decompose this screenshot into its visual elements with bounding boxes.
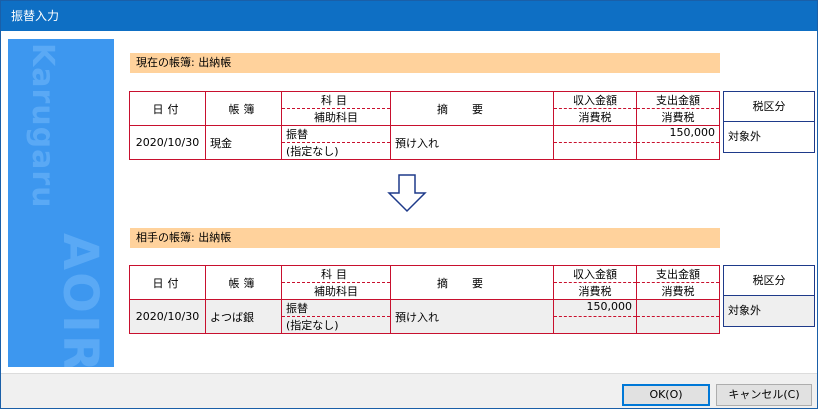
tax-class-header: 税区分: [724, 266, 814, 296]
row-expense-cell[interactable]: 150,000: [636, 125, 720, 160]
header-account-main: 科目: [282, 266, 390, 283]
current-entry-table: 日付 帳簿 科目 補助科目 摘要 収入金額 消費税 支出金額 消費税 2020/…: [129, 91, 720, 160]
row-income-tax[interactable]: [554, 143, 636, 159]
row-income: 150,000: [554, 300, 636, 317]
current-tax-class-box[interactable]: 税区分 対象外: [723, 91, 815, 153]
row-expense-tax[interactable]: [637, 143, 719, 159]
brand-sidebar: Karugaru AOIRO: [8, 39, 114, 367]
row-account[interactable]: 振替: [282, 126, 390, 143]
row-expense: [637, 300, 719, 317]
row-date: 2020/10/30: [129, 299, 206, 334]
header-date: 日付: [129, 265, 206, 300]
header-expense-amount: 支出金額: [637, 266, 719, 283]
header-date: 日付: [129, 91, 206, 126]
row-income-cell[interactable]: [553, 125, 637, 160]
header-income-tax: 消費税: [578, 285, 612, 298]
counter-book-label: 相手の帳簿: 出納帳: [130, 228, 720, 248]
row-summary: 預け入れ: [390, 299, 554, 334]
row-sub-account: (指定なし): [286, 319, 339, 332]
counter-tax-class-box: 税区分 対象外: [723, 265, 815, 327]
row-summary[interactable]: 預け入れ: [390, 125, 554, 160]
button-bar: OK(O) キャンセル(C): [1, 373, 817, 408]
brand-logo-bottom: AOIRO: [52, 233, 108, 367]
tax-class-header: 税区分: [724, 92, 814, 122]
header-expense: 支出金額 消費税: [636, 265, 720, 300]
table-header-row: 日付 帳簿 科目 補助科目 摘要 収入金額 消費税 支出金額 消費税: [129, 91, 720, 126]
row-income-tax: [554, 317, 636, 333]
table-header-row: 日付 帳簿 科目 補助科目 摘要 収入金額 消費税 支出金額 消費税: [129, 265, 720, 300]
header-income-tax: 消費税: [578, 111, 612, 124]
down-arrow-icon: [387, 174, 427, 213]
header-income-amount: 収入金額: [554, 92, 636, 109]
row-sub-account[interactable]: (指定なし): [282, 143, 390, 159]
header-income: 収入金額 消費税: [553, 91, 637, 126]
header-account: 科目 補助科目: [281, 265, 391, 300]
row-expense[interactable]: 150,000: [637, 126, 719, 143]
title-bar: 振替入力: [1, 1, 817, 31]
cancel-button[interactable]: キャンセル(C): [716, 384, 812, 406]
header-sub-account: 補助科目: [314, 285, 358, 298]
header-income: 収入金額 消費税: [553, 265, 637, 300]
row-account-cell[interactable]: 振替 (指定なし): [281, 125, 391, 160]
header-account: 科目 補助科目: [281, 91, 391, 126]
header-expense-tax: 消費税: [661, 285, 695, 298]
table-row[interactable]: 2020/10/30 現金 振替 (指定なし) 預け入れ 150,000: [129, 125, 720, 160]
current-book-label: 現在の帳簿: 出納帳: [130, 53, 720, 73]
table-row: 2020/10/30 よつば銀 振替 (指定なし) 預け入れ 150,000: [129, 299, 720, 334]
row-date[interactable]: 2020/10/30: [129, 125, 206, 160]
row-account: 振替: [282, 300, 390, 317]
header-sub-account: 補助科目: [314, 111, 358, 124]
brand-logo-top: Karugaru: [25, 43, 60, 209]
row-income[interactable]: [554, 126, 636, 143]
counter-entry-table: 日付 帳簿 科目 補助科目 摘要 収入金額 消費税 支出金額 消費税 2020/…: [129, 265, 720, 334]
header-summary: 摘要: [390, 91, 554, 126]
header-expense: 支出金額 消費税: [636, 91, 720, 126]
row-expense-tax: [637, 317, 719, 333]
header-expense-amount: 支出金額: [637, 92, 719, 109]
header-account-main: 科目: [282, 92, 390, 109]
header-income-amount: 収入金額: [554, 266, 636, 283]
row-account-cell: 振替 (指定なし): [281, 299, 391, 334]
window-title: 振替入力: [11, 9, 60, 23]
row-expense-cell: [636, 299, 720, 334]
header-book: 帳簿: [205, 91, 282, 126]
header-summary: 摘要: [390, 265, 554, 300]
tax-class-value[interactable]: 対象外: [724, 122, 814, 152]
row-book: よつば銀: [205, 299, 282, 334]
ok-button[interactable]: OK(O): [622, 384, 710, 406]
row-book[interactable]: 現金: [205, 125, 282, 160]
header-book: 帳簿: [205, 265, 282, 300]
tax-class-value: 対象外: [724, 296, 814, 326]
header-expense-tax: 消費税: [661, 111, 695, 124]
row-income-cell: 150,000: [553, 299, 637, 334]
transfer-entry-dialog: 振替入力 Karugaru AOIRO 現在の帳簿: 出納帳 日付 帳簿 科目 …: [0, 0, 818, 409]
